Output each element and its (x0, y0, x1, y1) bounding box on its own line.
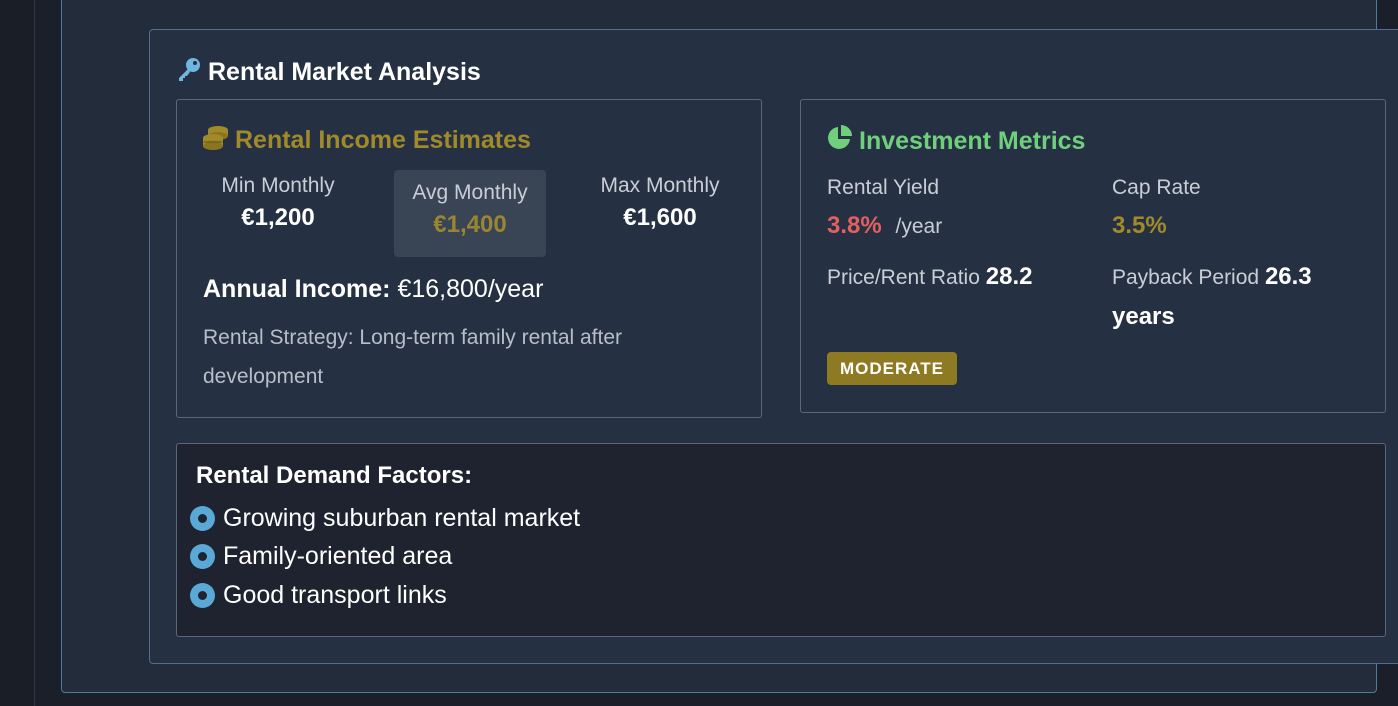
dot-circle-icon (190, 505, 215, 531)
rental-demand-title: Rental Demand Factors: (196, 462, 473, 489)
list-item: Good transport links (190, 576, 580, 615)
rental-market-section: Rental Market Analysis Rental Income Est… (149, 29, 1398, 664)
avg-monthly-label: Avg Monthly (412, 181, 528, 204)
outer-panel: Rental Market Analysis Rental Income Est… (61, 0, 1398, 693)
key-icon (176, 56, 202, 89)
annual-income: Annual Income: €16,800/year (203, 275, 543, 304)
cap-rate-value-row: 3.5% (1112, 212, 1167, 240)
payback-period: Payback Period 26.3 years (1112, 257, 1362, 337)
rental-demand-panel: Rental Demand Factors: Growing suburban … (176, 443, 1386, 637)
pie-chart-icon (826, 124, 853, 158)
list-item-text: Growing suburban rental market (223, 503, 581, 532)
min-monthly-value: €1,200 (241, 204, 315, 231)
section-title: Rental Market Analysis (176, 56, 481, 89)
cap-rate-value: 3.5% (1112, 212, 1167, 239)
list-item: Family-oriented area (190, 538, 580, 577)
rental-strategy: Rental Strategy: Long-term family rental… (203, 326, 623, 388)
price-rent-ratio-label: Price/Rent Ratio (827, 266, 980, 289)
avg-monthly-stat: Avg Monthly €1,400 (394, 170, 546, 257)
annual-income-value: €16,800/year (397, 275, 544, 303)
annual-income-label: Annual Income: (203, 275, 391, 303)
investment-metrics-card: Investment Metrics Rental Yield 3.8% /ye… (800, 99, 1386, 413)
list-item-text: Good transport links (223, 580, 447, 609)
rental-income-title-text: Rental Income Estimates (235, 126, 531, 154)
rental-yield-value: 3.8% (827, 212, 882, 239)
dot-circle-icon (190, 582, 215, 608)
payback-period-label: Payback Period (1112, 266, 1260, 289)
price-rent-ratio: Price/Rent Ratio 28.2 (827, 263, 1032, 291)
rental-yield-unit: /year (895, 215, 943, 238)
list-item-text: Family-oriented area (223, 542, 453, 571)
avg-monthly-value: €1,400 (433, 211, 507, 238)
rental-yield-label: Rental Yield (827, 176, 940, 199)
max-monthly-value: €1,600 (623, 204, 697, 231)
max-monthly-label: Max Monthly (600, 174, 720, 197)
list-item: Growing suburban rental market (190, 499, 580, 538)
section-title-text: Rental Market Analysis (208, 58, 481, 86)
rental-income-title: Rental Income Estimates (202, 124, 531, 157)
rental-yield-value-row: 3.8% /year (827, 212, 942, 240)
investment-rating-badge: MODERATE (827, 352, 958, 385)
dot-circle-icon (190, 544, 215, 570)
price-rent-ratio-value: 28.2 (985, 263, 1033, 290)
coins-icon (202, 124, 229, 157)
investment-metrics-title: Investment Metrics (826, 124, 1085, 158)
min-monthly-stat: Min Monthly €1,200 (202, 174, 354, 232)
rental-demand-list: Growing suburban rental market Family-or… (190, 499, 580, 615)
cap-rate-label: Cap Rate (1112, 176, 1201, 199)
rental-income-card: Rental Income Estimates Min Monthly €1,2… (176, 99, 762, 418)
left-rail (0, 0, 35, 706)
max-monthly-stat: Max Monthly €1,600 (584, 174, 736, 232)
investment-metrics-title-text: Investment Metrics (859, 126, 1086, 155)
min-monthly-label: Min Monthly (221, 174, 335, 197)
